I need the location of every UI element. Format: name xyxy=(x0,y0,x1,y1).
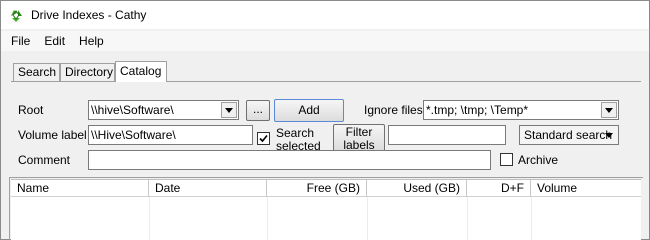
grid-divider xyxy=(149,197,150,240)
menu-file[interactable]: File xyxy=(1,31,37,51)
main-window: Drive Indexes - Cathy File Edit Help Sea… xyxy=(0,0,650,240)
tab-panel-border xyxy=(11,81,641,83)
recycle-arrows-icon xyxy=(8,7,24,23)
column-header-volume[interactable]: Volume xyxy=(531,180,641,197)
root-combobox[interactable]: \\hive\Software\ xyxy=(88,100,239,120)
grid-body[interactable] xyxy=(11,197,641,240)
menu-bar: File Edit Help xyxy=(1,31,649,51)
filter-input[interactable] xyxy=(388,125,506,145)
search-selected-checkbox[interactable] xyxy=(257,132,270,145)
volume-label-input[interactable]: \\Hive\Software\ xyxy=(88,125,253,145)
filter-labels-line1: Filter xyxy=(345,125,373,139)
search-mode-select[interactable]: Standard search xyxy=(519,125,619,145)
menu-help[interactable]: Help xyxy=(72,31,111,51)
grid-divider xyxy=(267,197,268,240)
tab-search[interactable]: Search xyxy=(13,63,60,81)
grid-divider xyxy=(467,197,468,240)
tab-directory[interactable]: Directory xyxy=(60,63,115,81)
column-header-name[interactable]: Name xyxy=(11,180,149,197)
column-header-used[interactable]: Used (GB) xyxy=(367,180,467,197)
grid-divider xyxy=(367,197,368,240)
menu-edit[interactable]: Edit xyxy=(37,31,72,51)
volume-label-label: Volume label xyxy=(18,128,87,142)
archive-label: Archive xyxy=(518,153,559,167)
column-header-df[interactable]: D+F xyxy=(467,180,531,197)
search-mode-value: Standard search xyxy=(524,128,613,142)
chevron-down-icon[interactable] xyxy=(221,102,237,118)
chevron-down-icon[interactable] xyxy=(601,127,617,143)
comment-label: Comment xyxy=(18,153,71,167)
ignore-files-label: Ignore files xyxy=(364,103,423,117)
window-title: Drive Indexes - Cathy xyxy=(31,8,147,22)
ignore-files-value: *.tmp; \tmp; \Temp* xyxy=(426,103,529,117)
add-button[interactable]: Add xyxy=(274,99,344,122)
archive-checkbox[interactable] xyxy=(500,153,513,166)
ignore-files-combobox[interactable]: *.tmp; \tmp; \Temp* xyxy=(423,100,619,120)
volume-label-value: \\Hive\Software\ xyxy=(91,128,176,142)
root-value: \\hive\Software\ xyxy=(91,103,174,117)
tab-catalog[interactable]: Catalog xyxy=(115,61,167,82)
filter-labels-button[interactable]: Filter labels xyxy=(333,124,385,152)
title-bar: Drive Indexes - Cathy xyxy=(1,1,649,29)
column-header-free[interactable]: Free (GB) xyxy=(267,180,367,197)
grid-header: Name Date Free (GB) Used (GB) D+F Volume xyxy=(11,179,641,197)
search-selected-label-line1: Search xyxy=(276,126,315,140)
browse-button[interactable]: ... xyxy=(246,100,270,121)
column-header-date[interactable]: Date xyxy=(149,180,267,197)
comment-input[interactable] xyxy=(88,150,491,170)
chevron-down-icon[interactable] xyxy=(601,102,617,118)
grid-divider xyxy=(531,197,532,240)
root-label: Root xyxy=(18,103,44,117)
